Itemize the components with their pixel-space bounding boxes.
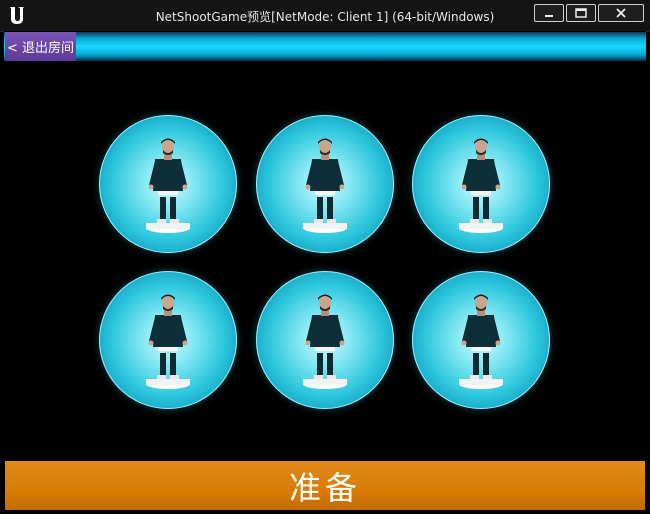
window-controls <box>534 4 644 22</box>
ready-button[interactable]: 准备 <box>5 461 645 510</box>
character-slot-4[interactable] <box>99 271 237 409</box>
close-button[interactable] <box>598 4 644 22</box>
character-slot-6[interactable] <box>412 271 550 409</box>
window-title-bar: NetShootGame预览[NetMode: Client 1] (64-bi… <box>0 0 650 32</box>
game-viewport: < 退出房间 准备 <box>4 31 646 510</box>
maximize-icon <box>575 8 587 18</box>
character-slot-5[interactable] <box>256 271 394 409</box>
minimize-icon <box>545 15 553 17</box>
character-slot-3[interactable] <box>412 115 550 253</box>
minimize-button[interactable] <box>534 4 564 22</box>
close-icon <box>616 8 626 18</box>
maximize-button[interactable] <box>566 4 596 22</box>
ready-label: 准备 <box>288 468 361 507</box>
character-slot-1[interactable] <box>99 115 237 253</box>
character-slot-2[interactable] <box>256 115 394 253</box>
character-slots <box>4 31 646 510</box>
